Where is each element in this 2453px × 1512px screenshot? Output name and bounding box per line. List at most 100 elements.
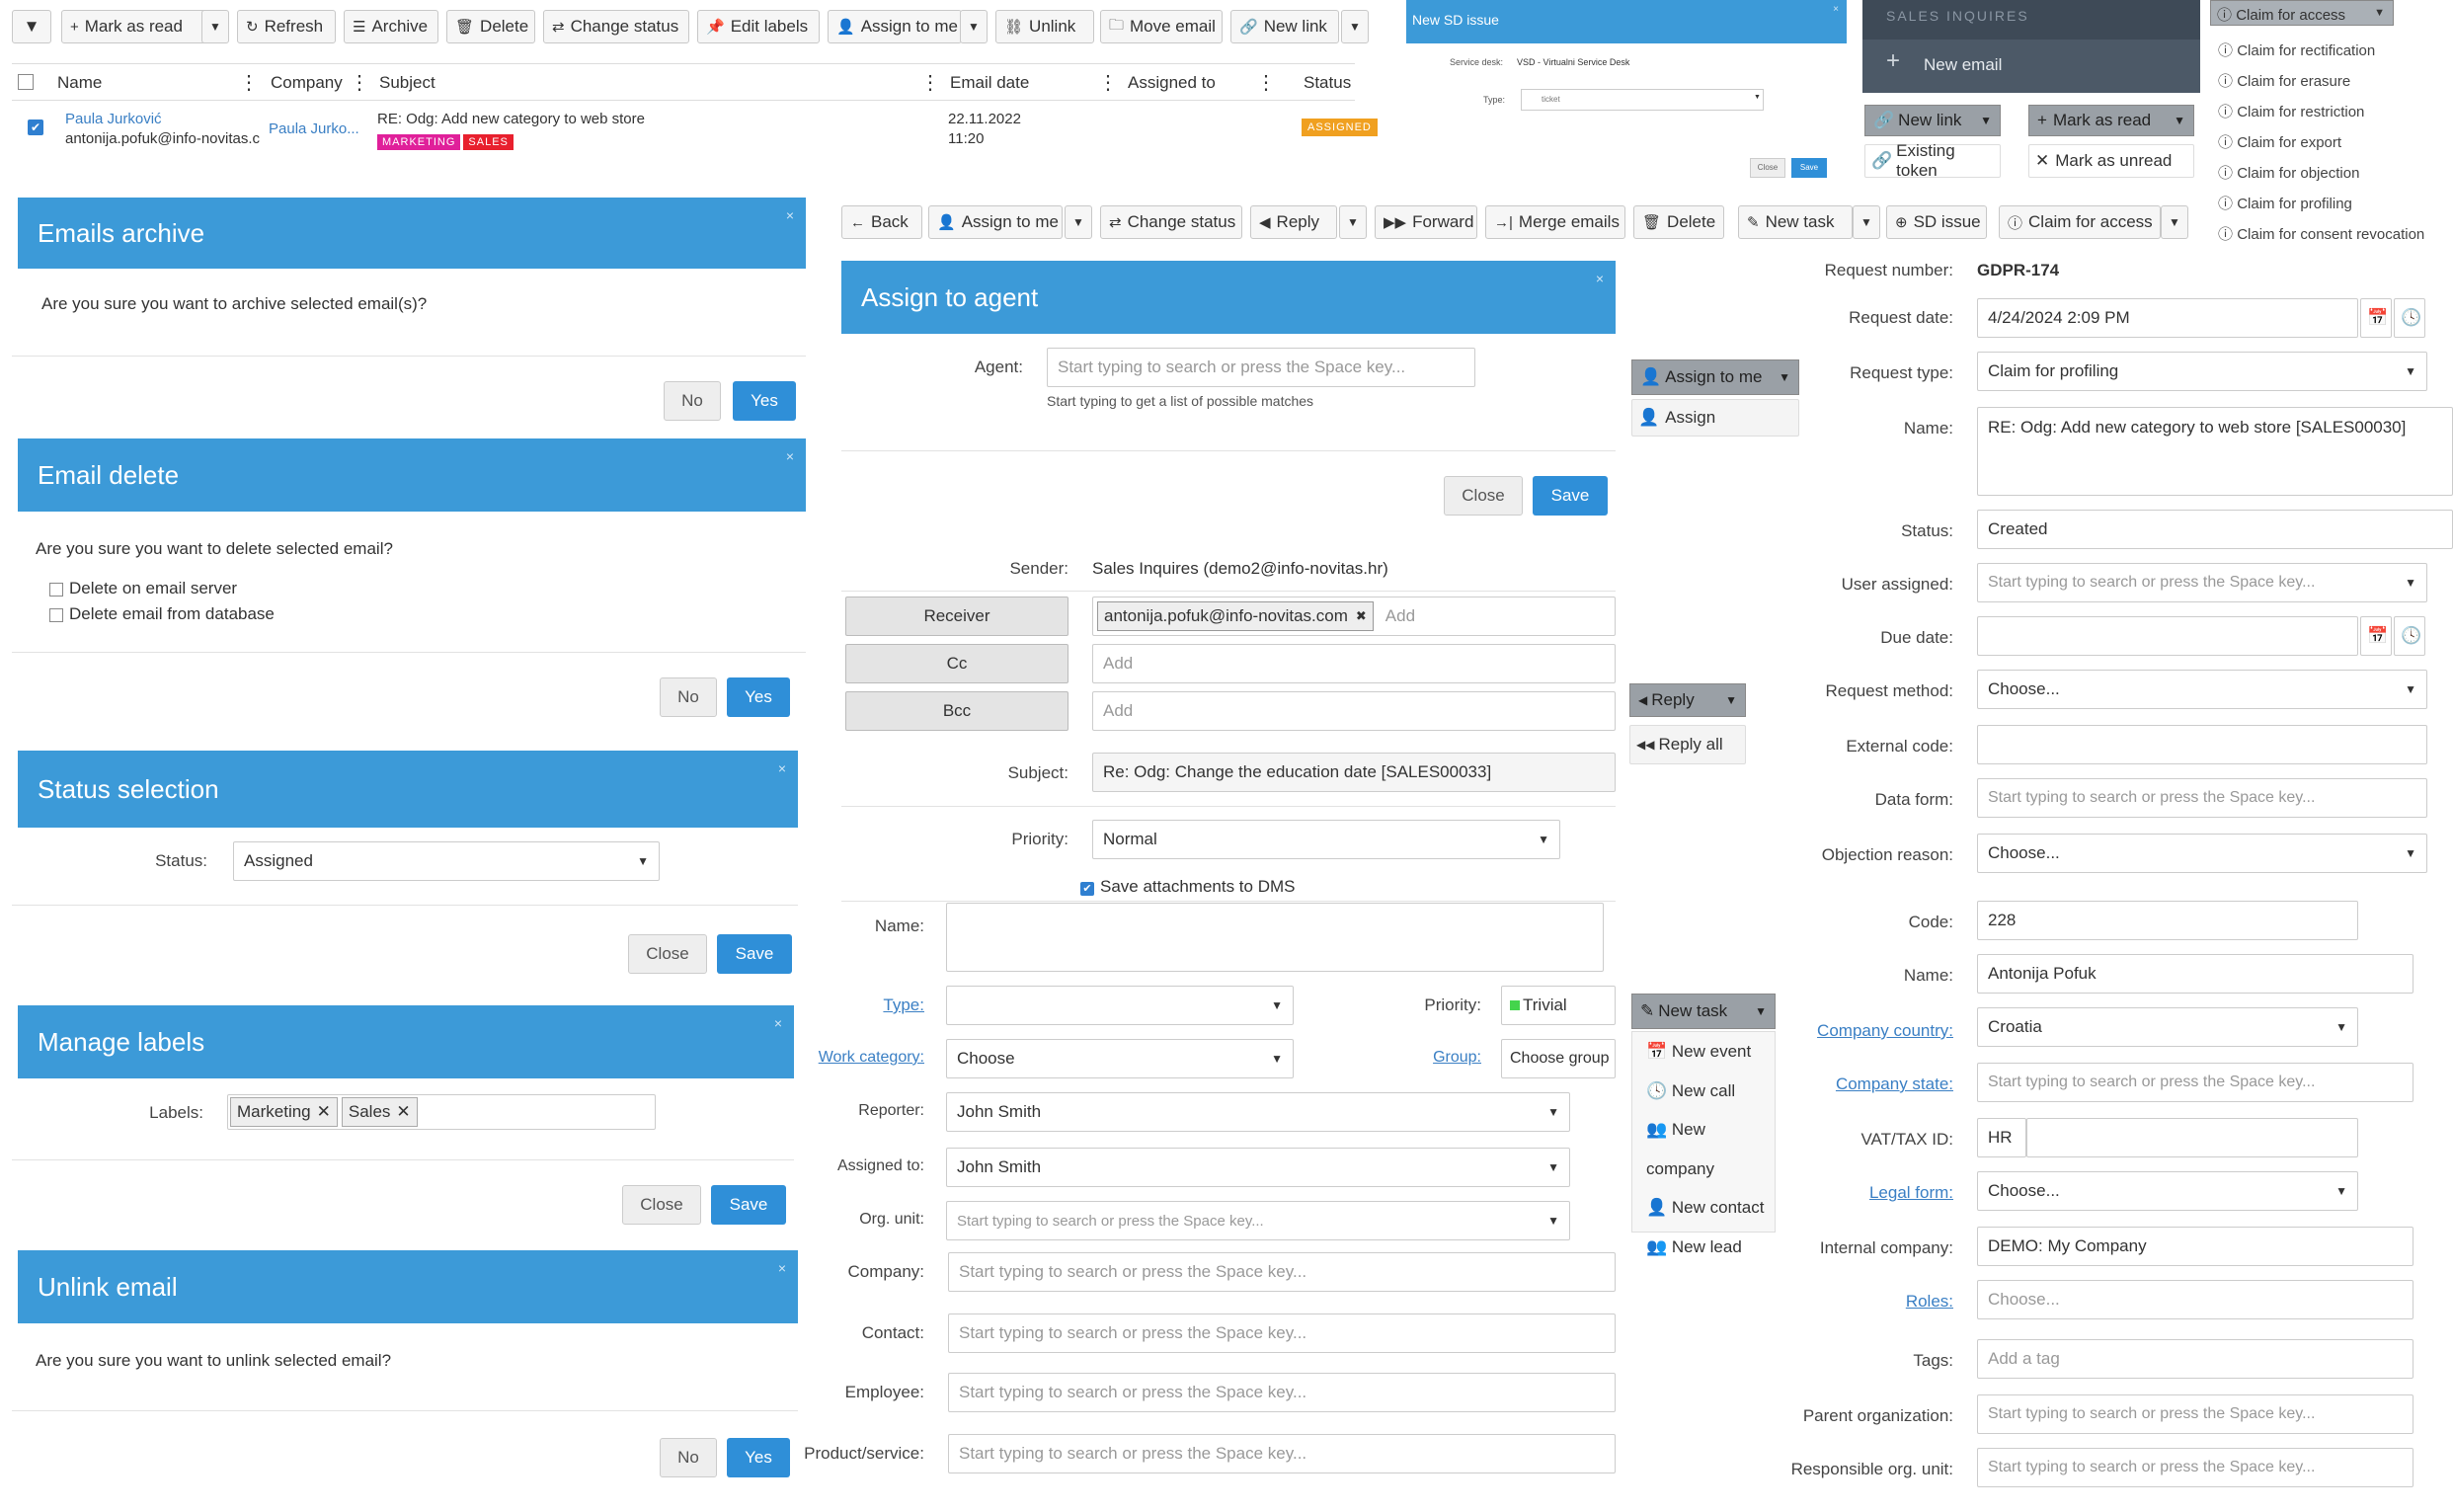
delete-db-checkbox[interactable]	[49, 608, 63, 622]
receiver-button[interactable]: Receiver	[845, 597, 1068, 636]
objection-reason-select[interactable]: Choose... ▼	[1977, 834, 2427, 873]
change-status-button[interactable]: ⇄ Change status	[1100, 205, 1242, 239]
contact-input[interactable]: Start typing to search or press the Spac…	[948, 1313, 1616, 1353]
archive-yes-button[interactable]: Yes	[733, 381, 796, 421]
group-label[interactable]: Group:	[1402, 1049, 1481, 1067]
parent-org-input[interactable]: Start typing to search or press the Spac…	[1977, 1394, 2413, 1434]
claim-menu-item[interactable]: ⓘ Claim for restriction	[2218, 97, 2424, 127]
company-state-label[interactable]: Company state:	[1738, 1074, 1953, 1094]
contact-name-input[interactable]: Antonija Pofuk	[1977, 954, 2413, 994]
col-subject[interactable]: Subject	[379, 73, 435, 93]
assign-close-button[interactable]: Close	[1444, 476, 1523, 516]
assign-dropdown[interactable]: ▼	[1065, 205, 1092, 239]
col-email-date[interactable]: Email date	[950, 73, 1029, 93]
close-icon[interactable]: ✖	[1356, 608, 1367, 624]
new-task-button[interactable]: ✎ New task	[1738, 205, 1853, 239]
company-input[interactable]: Start typing to search or press the Spac…	[948, 1252, 1616, 1292]
reply-button[interactable]: ◀ Reply	[1250, 205, 1337, 239]
tags-input[interactable]: Add a tag	[1977, 1339, 2413, 1379]
calendar-button[interactable]: 📅	[2360, 298, 2392, 338]
table-row[interactable]: ✔ Paula Jurković antonija.pofuk@info-nov…	[12, 103, 1378, 158]
due-clock-button[interactable]: 🕓	[2394, 616, 2425, 656]
mark-as-read-dropdown[interactable]: ▼	[201, 10, 229, 43]
close-icon[interactable]: ✕	[396, 1102, 410, 1122]
mark-as-read-button[interactable]: + Mark as read ▼	[2028, 105, 2194, 136]
filter-button[interactable]: ▼	[12, 10, 51, 43]
claim-dropdown[interactable]: ▼	[2161, 205, 2188, 239]
delete-server-checkbox[interactable]	[49, 583, 63, 597]
close-icon[interactable]: ×	[774, 1015, 782, 1031]
roles-select[interactable]: Choose...	[1977, 1280, 2413, 1319]
row-checkbox[interactable]: ✔	[28, 119, 43, 135]
col-menu-icon[interactable]: ⋮	[350, 70, 369, 95]
request-date-input[interactable]: 4/24/2024 2:09 PM	[1977, 298, 2358, 338]
sd-close-button[interactable]: Close	[1750, 158, 1785, 178]
bcc-button[interactable]: Bcc	[845, 691, 1068, 731]
assign-to-me-button[interactable]: 👤 Assign to me	[828, 10, 962, 43]
delete-no-button[interactable]: No	[660, 677, 717, 717]
close-icon[interactable]: ×	[786, 207, 794, 223]
cc-button[interactable]: Cc	[845, 644, 1068, 683]
subject-input[interactable]: Re: Odg: Change the education date [SALE…	[1092, 753, 1616, 792]
company-state-input[interactable]: Start typing to search or press the Spac…	[1977, 1063, 2413, 1102]
labels-input[interactable]: Marketing ✕ Sales ✕	[227, 1094, 656, 1130]
new-link-dropdown[interactable]: ▼	[1341, 10, 1369, 43]
type-label[interactable]: Type:	[849, 995, 924, 1015]
external-code-input[interactable]	[1977, 725, 2427, 764]
archive-no-button[interactable]: No	[664, 381, 721, 421]
forward-button[interactable]: ▶▶ Forward	[1375, 205, 1477, 239]
org-unit-select[interactable]: Start typing to search or press the Spac…	[946, 1201, 1570, 1240]
work-category-select[interactable]: Choose ▼	[946, 1039, 1294, 1078]
unlink-button[interactable]: ⛓ Unlink	[995, 10, 1094, 43]
delete-yes-button[interactable]: Yes	[727, 677, 790, 717]
status-select[interactable]: Assigned ▼	[233, 841, 660, 881]
mark-as-read-button[interactable]: + Mark as read	[61, 10, 207, 43]
priority-select[interactable]: Normal ▼	[1092, 820, 1560, 859]
col-menu-icon[interactable]: ⋮	[920, 70, 940, 95]
new-link-button[interactable]: 🔗 New link ▼	[1864, 105, 2001, 136]
close-icon[interactable]: ×	[778, 760, 786, 776]
claim-for-access-button[interactable]: ⓘ Claim for access	[1999, 205, 2161, 239]
refresh-button[interactable]: ↻ Refresh	[237, 10, 336, 43]
sd-type-select[interactable]: ticket	[1521, 89, 1764, 111]
close-icon[interactable]: ×	[778, 1260, 786, 1276]
status-input[interactable]: Created	[1977, 510, 2453, 549]
existing-token-button[interactable]: 🔗 Existing token	[1864, 141, 2001, 180]
reply-all-item[interactable]: ◀◀ Reply all	[1629, 725, 1746, 764]
archive-button[interactable]: ☰ Archive	[344, 10, 438, 43]
mark-as-unread-button[interactable]: ✕ Mark as unread	[2028, 144, 2194, 178]
cc-input[interactable]: Add	[1092, 644, 1616, 683]
legal-form-label[interactable]: Legal form:	[1738, 1183, 1953, 1203]
back-button[interactable]: ← Back	[841, 205, 922, 239]
task-priority-select[interactable]: Trivial	[1501, 986, 1616, 1025]
legal-form-select[interactable]: Choose... ▼	[1977, 1171, 2358, 1211]
change-status-button[interactable]: ⇄ Change status	[543, 10, 689, 43]
company-country-label[interactable]: Company country:	[1738, 1021, 1953, 1041]
labels-close-button[interactable]: Close	[622, 1185, 701, 1225]
claim-menu-item[interactable]: ⓘ Claim for erasure	[2218, 66, 2424, 97]
internal-company-input[interactable]: DEMO: My Company	[1977, 1227, 2413, 1266]
reporter-select[interactable]: John Smith ▼	[946, 1092, 1570, 1132]
receiver-input[interactable]: antonija.pofuk@info-novitas.com ✖ Add	[1092, 597, 1616, 636]
save-attachments-checkbox[interactable]: ✔	[1080, 882, 1094, 896]
status-save-button[interactable]: Save	[717, 934, 792, 974]
claim-menu-item[interactable]: ⓘ Claim for consent revocation	[2218, 219, 2424, 250]
bcc-input[interactable]: Add	[1092, 691, 1616, 731]
claim-menu-item[interactable]: ⓘ Claim for export	[2218, 127, 2424, 158]
claim-menu-item[interactable]: ⓘ Claim for objection	[2218, 158, 2424, 189]
reply-dropdown[interactable]: ▼	[1339, 205, 1367, 239]
col-menu-icon[interactable]: ⋮	[1256, 70, 1276, 95]
move-email-button[interactable]: 🗀 Move email	[1100, 10, 1223, 43]
unlink-no-button[interactable]: No	[660, 1438, 717, 1477]
user-assigned-select[interactable]: Start typing to search or press the Spac…	[1977, 563, 2427, 602]
work-category-label[interactable]: Work category:	[810, 1049, 924, 1067]
claim-menu-item[interactable]: ⓘ Claim for profiling	[2218, 189, 2424, 219]
due-calendar-button[interactable]: 📅	[2360, 616, 2392, 656]
row-company[interactable]: Paula Jurko...	[269, 120, 359, 137]
new-email-item[interactable]: + New email	[1862, 40, 2200, 93]
close-icon[interactable]: ×	[1833, 4, 1839, 15]
labels-save-button[interactable]: Save	[711, 1185, 786, 1225]
assign-to-me-dropdown[interactable]: ▼	[960, 10, 988, 43]
edit-labels-button[interactable]: 📌 Edit labels	[697, 10, 820, 43]
delete-button[interactable]: 🗑 Delete	[446, 10, 535, 43]
